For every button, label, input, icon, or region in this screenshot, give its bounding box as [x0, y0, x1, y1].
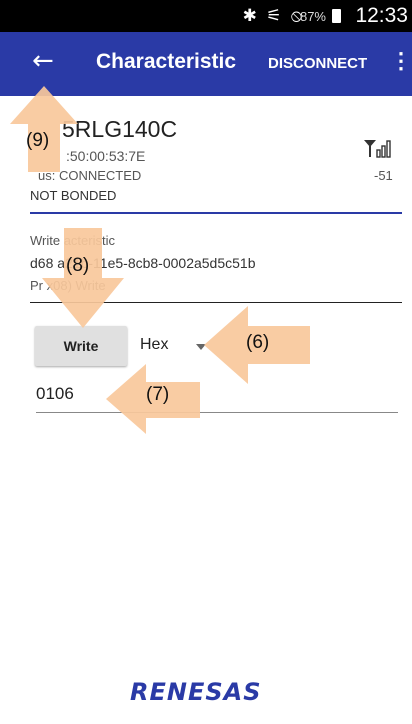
callout-arrow-9: [10, 86, 78, 172]
rssi-value: -51: [374, 168, 393, 183]
write-button[interactable]: Write: [35, 326, 127, 366]
disconnect-button[interactable]: DISCONNECT: [268, 55, 367, 72]
format-select[interactable]: Hex: [140, 336, 168, 354]
status-bar: ✱ ⚟ ⦸ 87% 12:33: [0, 0, 412, 32]
callout-label-8: (8): [66, 255, 90, 276]
bond-state: NOT BONDED: [30, 188, 117, 203]
callout-arrow-8: [42, 228, 124, 328]
callout-label-9: (9): [26, 130, 50, 151]
callout-label-7: (7): [146, 384, 170, 405]
callout-label-6: (6): [246, 332, 270, 353]
renesas-logo: RENESAS: [130, 678, 262, 706]
signal-strength-icon: [363, 138, 393, 163]
status-icons: ✱ ⚟ ⦸: [242, 6, 304, 26]
battery-percent: 87%: [299, 9, 326, 24]
status-time: 12:33: [355, 4, 408, 27]
back-arrow-icon[interactable]: ←: [32, 46, 54, 76]
page-title: Characteristic: [96, 50, 237, 73]
battery-icon: [332, 9, 341, 23]
section-divider: [30, 212, 402, 214]
value-input[interactable]: 0106: [36, 384, 398, 413]
overflow-menu-icon[interactable]: ⋮: [390, 48, 412, 74]
